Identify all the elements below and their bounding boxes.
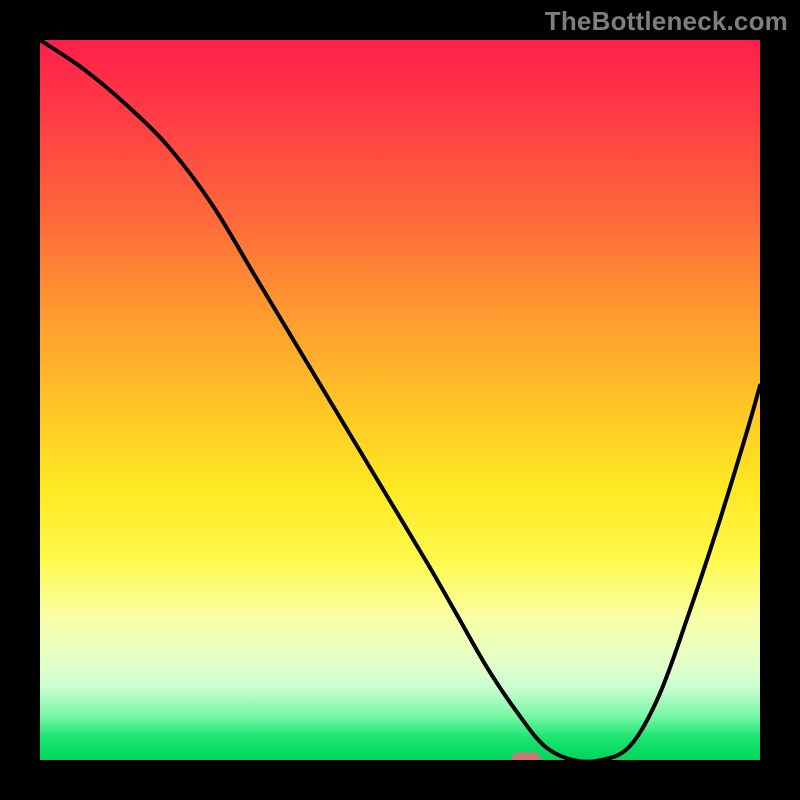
- plot-area: [40, 40, 760, 760]
- bottleneck-curve: [40, 40, 760, 760]
- chart-frame: TheBottleneck.com: [0, 0, 800, 800]
- watermark-label: TheBottleneck.com: [545, 6, 788, 37]
- current-point-marker: [511, 753, 541, 761]
